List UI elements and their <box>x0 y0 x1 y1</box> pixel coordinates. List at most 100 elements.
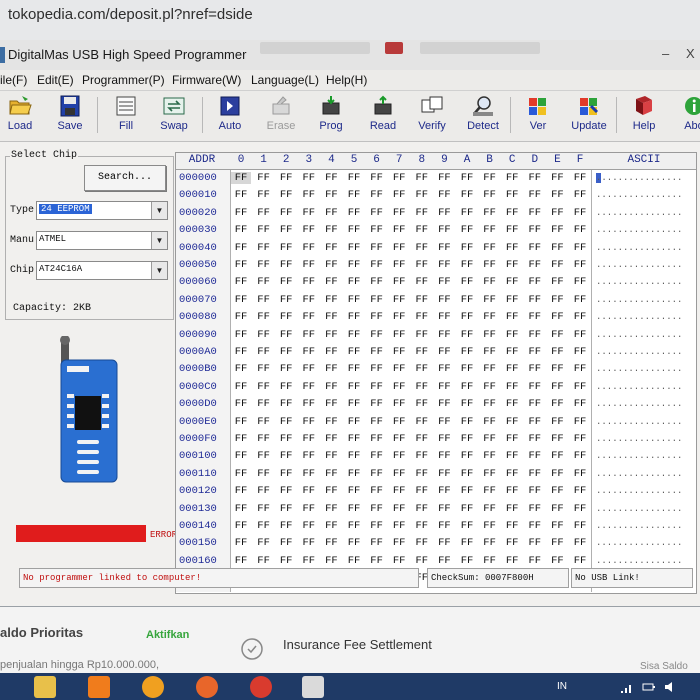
battery-icon[interactable] <box>642 680 656 694</box>
hex-byte-cell[interactable]: FF <box>457 242 477 254</box>
hex-byte-cell[interactable]: FF <box>276 276 296 288</box>
hex-byte-cell[interactable]: FF <box>367 416 387 428</box>
network-icon[interactable] <box>620 680 634 694</box>
hex-byte-cell[interactable]: FF <box>299 520 319 532</box>
hex-byte-cell[interactable]: FF <box>502 311 522 323</box>
hex-byte-cell[interactable]: FF <box>367 398 387 410</box>
hex-byte-cell[interactable]: FF <box>231 468 251 480</box>
hex-byte-cell[interactable]: FF <box>299 398 319 410</box>
hex-byte-cell[interactable]: FF <box>502 555 522 567</box>
ver-button[interactable]: Ver <box>514 94 562 138</box>
hex-byte-cell[interactable]: FF <box>299 416 319 428</box>
hex-byte-cell[interactable]: FF <box>276 416 296 428</box>
hex-byte-cell[interactable]: FF <box>570 363 590 375</box>
hex-byte-cell[interactable]: FF <box>367 329 387 341</box>
hex-byte-cell[interactable]: FF <box>570 224 590 236</box>
hex-byte-cell[interactable]: FF <box>321 329 341 341</box>
hex-byte-cell[interactable]: FF <box>276 329 296 341</box>
hex-byte-cell[interactable]: FF <box>570 450 590 462</box>
hex-byte-cell[interactable]: FF <box>276 207 296 219</box>
hex-byte-cell[interactable]: FF <box>502 537 522 549</box>
hex-byte-cell[interactable]: FF <box>367 485 387 497</box>
fill-button[interactable]: Fill <box>102 94 150 138</box>
hex-byte-cell[interactable]: FF <box>525 207 545 219</box>
hex-byte-cell[interactable]: FF <box>412 172 432 184</box>
hex-byte-cell[interactable]: FF <box>547 311 567 323</box>
hex-byte-cell[interactable]: FF <box>254 468 274 480</box>
hex-byte-cell[interactable]: FF <box>547 259 567 271</box>
hex-byte-cell[interactable]: FF <box>321 468 341 480</box>
hex-byte-cell[interactable]: FF <box>570 242 590 254</box>
hex-byte-cell[interactable]: FF <box>480 329 500 341</box>
hex-byte-cell[interactable]: FF <box>412 450 432 462</box>
hex-byte-cell[interactable]: FF <box>276 398 296 410</box>
hex-byte-cell[interactable]: FF <box>299 224 319 236</box>
hex-byte-cell[interactable]: FF <box>547 329 567 341</box>
about-button[interactable]: Abo <box>670 94 700 138</box>
hex-byte-cell[interactable]: FF <box>276 433 296 445</box>
hex-byte-cell[interactable]: FF <box>321 311 341 323</box>
language-indicator[interactable]: IN <box>557 681 567 692</box>
hex-byte-cell[interactable]: FF <box>480 381 500 393</box>
hex-byte-cell[interactable]: FF <box>321 485 341 497</box>
hex-byte-cell[interactable]: FF <box>321 276 341 288</box>
hex-byte-cell[interactable]: FF <box>457 189 477 201</box>
hex-byte-cell[interactable]: FF <box>299 311 319 323</box>
programmer-task-icon[interactable] <box>302 676 324 698</box>
hex-byte-cell[interactable]: FF <box>276 311 296 323</box>
hex-byte-cell[interactable]: FF <box>254 398 274 410</box>
hex-byte-cell[interactable]: FF <box>299 329 319 341</box>
hex-byte-cell[interactable]: FF <box>434 346 454 358</box>
hex-byte-cell[interactable]: FF <box>525 485 545 497</box>
hex-byte-cell[interactable]: FF <box>412 329 432 341</box>
hex-byte-cell[interactable]: FF <box>502 520 522 532</box>
hex-byte-cell[interactable]: FF <box>321 224 341 236</box>
hex-byte-cell[interactable]: FF <box>547 503 567 515</box>
hex-byte-cell[interactable]: FF <box>502 416 522 428</box>
hex-byte-cell[interactable]: FF <box>525 294 545 306</box>
hex-byte-cell[interactable]: FF <box>480 294 500 306</box>
hex-byte-cell[interactable]: FF <box>344 416 364 428</box>
hex-byte-cell[interactable]: FF <box>299 381 319 393</box>
hex-byte-cell[interactable]: FF <box>547 172 567 184</box>
menu-programmer[interactable]: Programmer(P) <box>82 73 165 87</box>
hex-byte-cell[interactable]: FF <box>299 450 319 462</box>
hex-byte-cell[interactable]: FF <box>525 242 545 254</box>
hex-byte-cell[interactable]: FF <box>321 242 341 254</box>
hex-byte-cell[interactable]: FF <box>434 381 454 393</box>
hex-byte-cell[interactable]: FF <box>276 537 296 549</box>
hex-byte-cell[interactable]: FF <box>231 224 251 236</box>
hex-byte-cell[interactable]: FF <box>570 398 590 410</box>
hex-byte-cell[interactable]: FF <box>299 433 319 445</box>
hex-byte-cell[interactable]: FF <box>502 346 522 358</box>
hex-byte-cell[interactable]: FF <box>254 259 274 271</box>
hex-byte-cell[interactable]: FF <box>367 520 387 532</box>
hex-byte-cell[interactable]: FF <box>389 329 409 341</box>
hex-byte-cell[interactable]: FF <box>344 172 364 184</box>
hex-byte-cell[interactable]: FF <box>412 537 432 549</box>
hex-byte-cell[interactable]: FF <box>412 189 432 201</box>
hex-byte-cell[interactable]: FF <box>299 503 319 515</box>
title-bar[interactable]: DigitalMas USB High Speed Programmer – X <box>0 40 700 71</box>
hex-byte-cell[interactable]: FF <box>389 503 409 515</box>
hex-byte-cell[interactable]: FF <box>525 503 545 515</box>
hex-byte-cell[interactable]: FF <box>344 207 364 219</box>
hex-byte-cell[interactable]: FF <box>389 311 409 323</box>
hex-byte-cell[interactable]: FF <box>321 416 341 428</box>
hex-byte-cell[interactable]: FF <box>547 468 567 480</box>
hex-byte-cell[interactable]: FF <box>547 363 567 375</box>
hex-byte-cell[interactable]: FF <box>434 189 454 201</box>
hex-byte-cell[interactable]: FF <box>502 468 522 480</box>
hex-byte-cell[interactable]: FF <box>480 189 500 201</box>
hex-byte-cell[interactable]: FF <box>389 520 409 532</box>
hex-byte-cell[interactable]: FF <box>434 329 454 341</box>
hex-byte-cell[interactable]: FF <box>457 520 477 532</box>
hex-byte-cell[interactable]: FF <box>276 242 296 254</box>
hex-byte-cell[interactable]: FF <box>434 207 454 219</box>
swap-button[interactable]: Swap <box>150 94 198 138</box>
hex-byte-cell[interactable]: FF <box>367 381 387 393</box>
insurance-title[interactable]: Insurance Fee Settlement <box>283 637 432 652</box>
hex-byte-cell[interactable]: FF <box>389 485 409 497</box>
hex-byte-cell[interactable]: FF <box>457 433 477 445</box>
hex-byte-cell[interactable]: FF <box>412 433 432 445</box>
